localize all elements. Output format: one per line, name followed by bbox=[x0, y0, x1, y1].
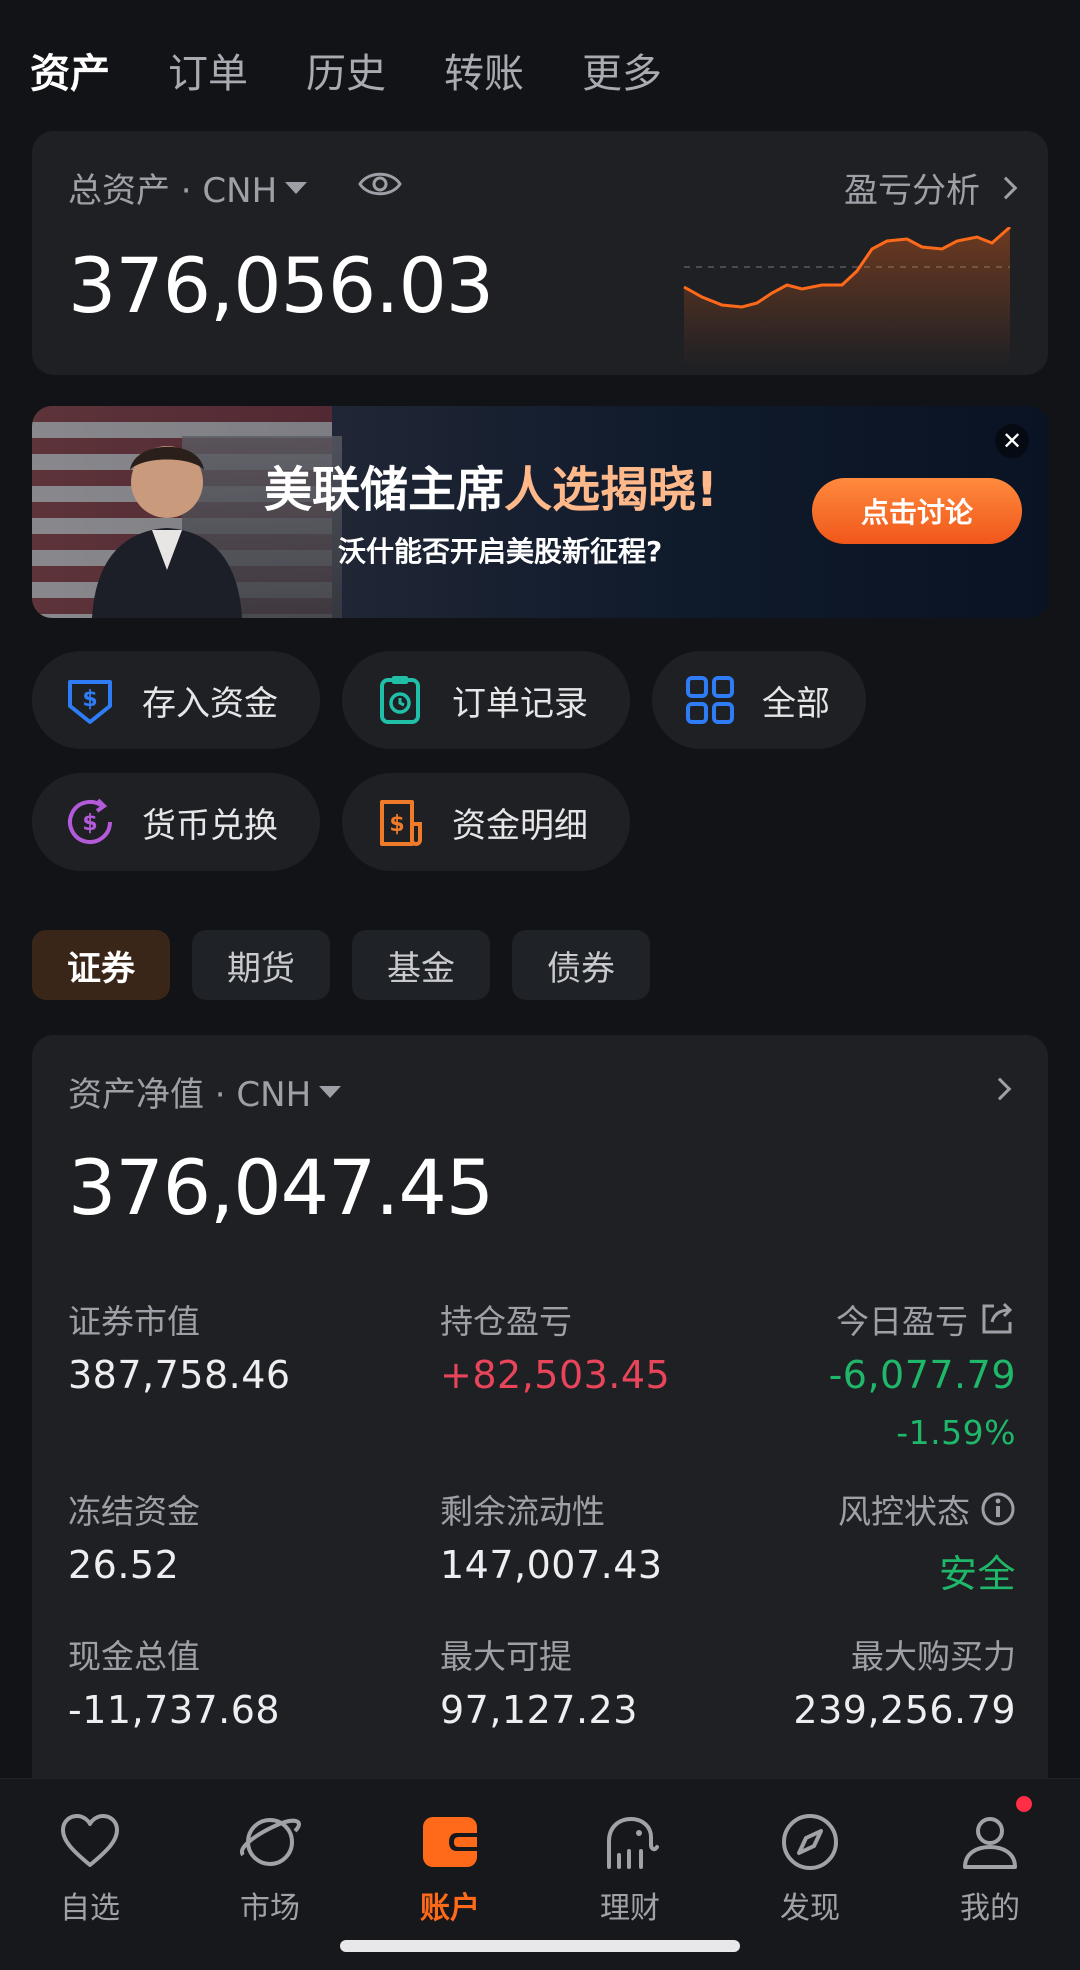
home-indicator[interactable] bbox=[340, 1940, 740, 1952]
heart-icon bbox=[61, 1814, 119, 1867]
position-pnl-label: 持仓盈亏 bbox=[440, 1302, 572, 1341]
cash-total-value: -11,737.68 bbox=[68, 1688, 281, 1732]
tab-history[interactable]: 历史 bbox=[306, 41, 386, 99]
position-pnl-value: +82,503.45 bbox=[440, 1353, 671, 1397]
pnl-analysis-label: 盈亏分析 bbox=[844, 171, 980, 211]
svg-text:$: $ bbox=[82, 687, 97, 712]
nav-watchlist-label: 自选 bbox=[60, 1891, 120, 1926]
all-services-label: 全部 bbox=[762, 683, 830, 724]
total-asset-label: 总资产 · CNH bbox=[68, 171, 278, 211]
account-page: 资产 订单 历史 转账 更多 总资产 · CNH 376,056.03 盈亏分析 bbox=[0, 0, 1080, 1970]
banner-title-highlight: 人选揭晓! bbox=[504, 462, 718, 518]
nav-me[interactable]: 我的 bbox=[930, 1811, 1050, 1927]
eye-icon[interactable] bbox=[358, 167, 402, 201]
segment-bonds[interactable]: 债券 bbox=[512, 930, 650, 1000]
close-icon[interactable]: ✕ bbox=[995, 424, 1029, 458]
order-record-icon bbox=[380, 676, 420, 724]
promo-banner[interactable]: 美联储主席人选揭晓! 沃什能否开启美股新征程? 点击讨论 ✕ bbox=[32, 406, 1048, 618]
banner-person-image bbox=[92, 446, 242, 618]
elephant-icon bbox=[607, 1816, 659, 1869]
nav-watchlist[interactable]: 自选 bbox=[30, 1811, 150, 1927]
nav-account-label: 账户 bbox=[420, 1891, 480, 1926]
chevron-right-icon[interactable] bbox=[988, 1077, 1012, 1101]
deposit-icon: $ bbox=[68, 680, 112, 724]
market-value: 387,758.46 bbox=[68, 1353, 291, 1397]
net-asset-value: 376,047.45 bbox=[68, 1143, 494, 1232]
market-value-label: 证券市值 bbox=[68, 1302, 200, 1341]
currency-exchange-label: 货币兑换 bbox=[142, 805, 278, 846]
share-icon[interactable] bbox=[978, 1300, 1016, 1338]
grid-icon bbox=[686, 676, 734, 724]
nav-market-label: 市场 bbox=[240, 1891, 300, 1926]
nav-discover-label: 发现 bbox=[780, 1891, 840, 1926]
fund-detail-icon: $ bbox=[380, 800, 422, 846]
wallet-icon bbox=[423, 1817, 477, 1867]
asset-sparkline bbox=[683, 227, 1011, 367]
max-withdraw-value: 97,127.23 bbox=[440, 1688, 638, 1732]
user-icon bbox=[963, 1817, 1017, 1869]
svg-text:$: $ bbox=[82, 811, 97, 836]
net-asset-currency-selector[interactable]: 资产净值 · CNH bbox=[68, 1067, 342, 1116]
total-asset-currency-selector[interactable]: 总资产 · CNH bbox=[68, 163, 308, 212]
today-pnl-value: -6,077.79 bbox=[828, 1353, 1016, 1397]
deposit-button[interactable]: $ 存入资金 bbox=[32, 651, 320, 749]
today-pnl-percent: -1.59% bbox=[896, 1413, 1016, 1452]
caret-down-icon bbox=[319, 1085, 342, 1098]
risk-status-header[interactable]: 风控状态 bbox=[838, 1485, 1016, 1533]
risk-status-value: 安全 bbox=[938, 1552, 1016, 1596]
notification-dot bbox=[1016, 1796, 1032, 1812]
nav-wealth[interactable]: 理财 bbox=[570, 1811, 690, 1927]
frozen-funds-value: 26.52 bbox=[68, 1543, 180, 1587]
nav-market[interactable]: 市场 bbox=[210, 1811, 330, 1927]
segment-securities[interactable]: 证券 bbox=[32, 930, 170, 1000]
info-icon[interactable] bbox=[980, 1491, 1016, 1527]
segment-futures[interactable]: 期货 bbox=[192, 930, 330, 1000]
remaining-liquidity-label: 剩余流动性 bbox=[440, 1492, 605, 1531]
banner-discuss-button[interactable]: 点击讨论 bbox=[812, 478, 1022, 544]
total-asset-card[interactable]: 总资产 · CNH 376,056.03 盈亏分析 bbox=[32, 131, 1048, 375]
svg-text:$: $ bbox=[389, 812, 404, 837]
fund-detail-label: 资金明细 bbox=[452, 805, 588, 846]
banner-title-main: 美联储主席 bbox=[264, 462, 505, 518]
tab-orders[interactable]: 订单 bbox=[168, 41, 248, 99]
today-pnl-label: 今日盈亏 bbox=[836, 1302, 968, 1341]
tab-more[interactable]: 更多 bbox=[582, 41, 662, 99]
nav-account[interactable]: 账户 bbox=[390, 1811, 510, 1927]
nav-wealth-label: 理财 bbox=[600, 1891, 660, 1926]
order-record-button[interactable]: 订单记录 bbox=[342, 651, 630, 749]
order-record-label: 订单记录 bbox=[452, 683, 588, 724]
segment-funds[interactable]: 基金 bbox=[352, 930, 490, 1000]
planet-icon bbox=[240, 1818, 301, 1866]
banner-subtitle: 沃什能否开启美股新征程? bbox=[338, 535, 663, 568]
top-tabs: 资产 订单 历史 转账 更多 bbox=[30, 40, 720, 100]
compass-icon bbox=[782, 1814, 838, 1870]
all-services-button[interactable]: 全部 bbox=[652, 651, 866, 749]
currency-exchange-button[interactable]: $ 货币兑换 bbox=[32, 773, 320, 871]
currency-exchange-icon: $ bbox=[68, 798, 112, 844]
tab-transfer[interactable]: 转账 bbox=[444, 41, 524, 99]
pnl-analysis-link[interactable]: 盈亏分析 bbox=[844, 163, 1018, 212]
frozen-funds-label: 冻结资金 bbox=[68, 1492, 200, 1531]
remaining-liquidity-value: 147,007.43 bbox=[440, 1543, 663, 1587]
net-asset-label: 资产净值 · CNH bbox=[68, 1075, 312, 1115]
max-withdraw-label: 最大可提 bbox=[440, 1637, 572, 1676]
fund-detail-button[interactable]: $ 资金明细 bbox=[342, 773, 630, 871]
banner-title: 美联储主席人选揭晓! bbox=[264, 450, 718, 520]
nav-me-label: 我的 bbox=[960, 1891, 1020, 1926]
chevron-right-icon bbox=[994, 176, 1018, 199]
today-pnl-header[interactable]: 今日盈亏 bbox=[836, 1295, 1016, 1343]
total-asset-value: 376,056.03 bbox=[68, 241, 494, 330]
max-buying-power-label: 最大购买力 bbox=[851, 1637, 1016, 1676]
tab-assets[interactable]: 资产 bbox=[30, 41, 110, 99]
risk-status-label: 风控状态 bbox=[838, 1492, 970, 1531]
deposit-label: 存入资金 bbox=[142, 683, 278, 724]
max-buying-power-value: 239,256.79 bbox=[793, 1688, 1016, 1732]
caret-down-icon bbox=[285, 181, 308, 194]
net-asset-card[interactable]: 资产净值 · CNH 376,047.45 证券市值 387,758.46 持仓… bbox=[32, 1035, 1048, 1795]
cash-total-label: 现金总值 bbox=[68, 1637, 200, 1676]
nav-discover[interactable]: 发现 bbox=[750, 1811, 870, 1927]
